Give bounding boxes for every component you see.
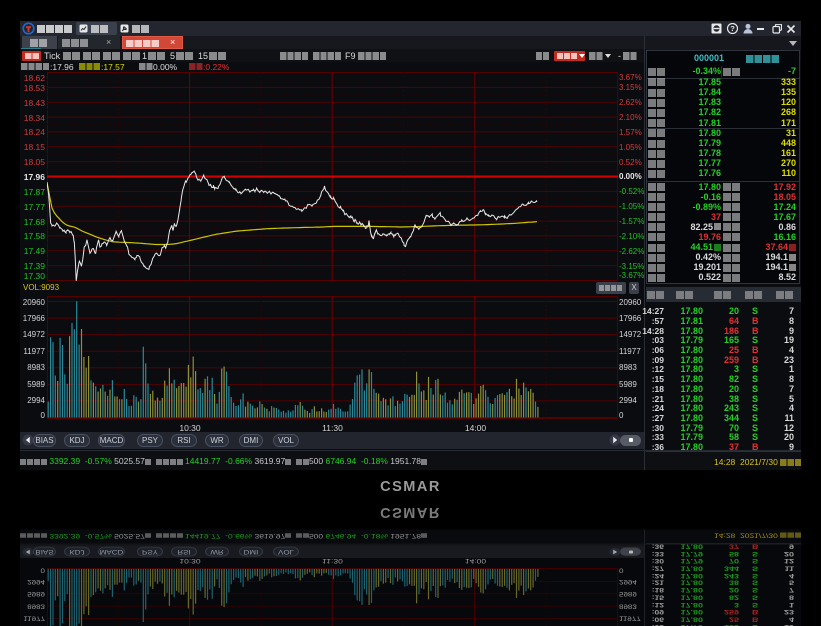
svg-text:?: ?: [730, 24, 735, 33]
